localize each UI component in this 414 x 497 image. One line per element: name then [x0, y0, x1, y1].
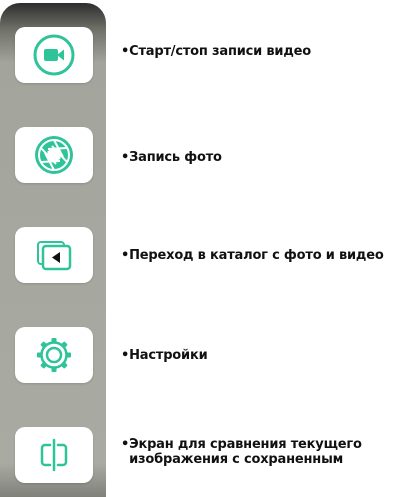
settings-label: •Настройки: [121, 348, 208, 363]
compare-split-icon: [40, 438, 68, 472]
gallery-icon: [37, 241, 72, 271]
open-gallery-button[interactable]: [15, 227, 93, 283]
compare-screen-label-text: Экран для сравнения текущего изображения…: [129, 437, 362, 467]
compare-screen-label: • Экран для сравнения текущего изображен…: [121, 437, 362, 467]
video-camera-icon: [33, 34, 75, 76]
settings-button[interactable]: [15, 327, 93, 383]
gallery-label: •Переход в каталог с фото и видео: [121, 248, 384, 263]
camera-toolbar: [0, 3, 106, 497]
take-photo-label: •Запись фото: [121, 150, 222, 165]
record-video-button[interactable]: [15, 27, 93, 83]
take-photo-button[interactable]: [15, 127, 93, 183]
gear-icon: [37, 338, 71, 372]
bullet-mark: •: [121, 437, 130, 452]
compare-screen-button[interactable]: [15, 427, 93, 483]
record-video-label: •Старт/стоп записи видео: [121, 44, 311, 59]
camera-shutter-icon: [35, 136, 73, 174]
